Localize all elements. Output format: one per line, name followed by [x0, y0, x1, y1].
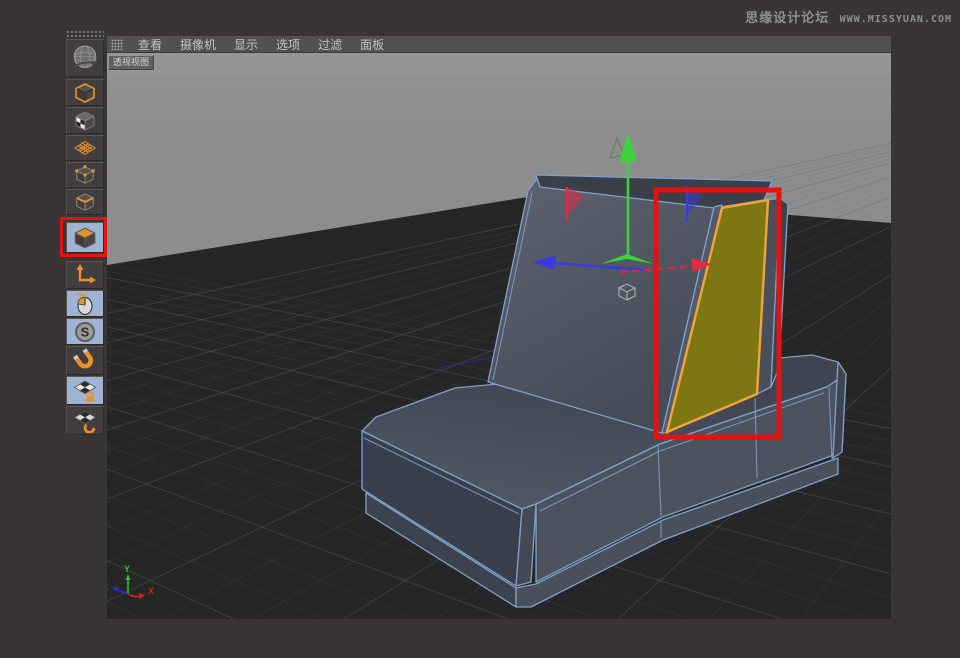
menu-filter[interactable]: 过滤 — [309, 36, 351, 53]
workplane-lock-icon — [72, 378, 98, 403]
workplane-mode-button[interactable] — [66, 135, 104, 161]
watermark-title: 思缘设计论坛 — [745, 10, 829, 25]
polygons-mode-button[interactable] — [66, 222, 104, 253]
watermark: 思缘设计论坛 WWW.MISSYUAN.COM — [745, 7, 952, 27]
points-mode-button[interactable] — [66, 162, 104, 188]
world-y-label: Y — [124, 564, 130, 574]
toolbar-grip-handle[interactable] — [66, 30, 104, 37]
workplane-lock-button[interactable] — [66, 376, 104, 405]
axis-arrows-icon — [72, 263, 98, 287]
menu-camera[interactable]: 摄像机 — [171, 36, 225, 53]
snap-icon — [72, 408, 98, 433]
texture-mode-cube-icon — [72, 109, 98, 133]
points-mode-cube-icon — [72, 164, 98, 186]
enable-axis-button[interactable] — [66, 261, 104, 289]
tweak-mode-button[interactable] — [66, 290, 104, 317]
workplane-grid-icon — [72, 137, 98, 159]
viewport-name-label: 透视视图 — [108, 55, 154, 70]
make-editable-button[interactable] — [66, 39, 104, 77]
mouse-icon — [72, 292, 98, 316]
soft-selection-icon: S — [72, 320, 98, 344]
world-x-label: X — [148, 586, 154, 596]
viewport-menubar: 查看 摄像机 显示 选项 过滤 面板 — [107, 36, 891, 53]
menu-view[interactable]: 查看 — [129, 36, 171, 53]
soft-selection-button[interactable]: S — [66, 318, 104, 345]
c4d-application-window: 思缘设计论坛 WWW.MISSYUAN.COM — [0, 0, 960, 658]
menubar-grip-handle[interactable] — [111, 39, 123, 50]
horizon-fade — [107, 74, 891, 129]
snap-settings-button[interactable] — [66, 406, 104, 435]
polygons-mode-cube-icon — [71, 225, 99, 251]
globe-icon — [70, 42, 100, 74]
edges-mode-button[interactable] — [66, 189, 104, 215]
viewport-canvas[interactable]: Y X Z — [107, 53, 891, 619]
edges-mode-cube-icon — [72, 191, 98, 213]
menu-options[interactable]: 选项 — [267, 36, 309, 53]
model-mode-cube-icon — [72, 81, 98, 105]
menu-display[interactable]: 显示 — [225, 36, 267, 53]
perspective-viewport[interactable]: Y X Z 透视视图 — [107, 53, 891, 619]
watermark-url: WWW.MISSYUAN.COM — [840, 14, 952, 25]
mode-toolbar: S — [0, 0, 60, 658]
texture-mode-button[interactable] — [66, 107, 104, 134]
backrest-mesh[interactable] — [488, 175, 788, 433]
magnet-icon — [72, 348, 98, 373]
menu-panel[interactable]: 面板 — [351, 36, 393, 53]
magnet-tool-button[interactable] — [66, 346, 104, 375]
svg-text:S: S — [81, 324, 90, 339]
model-mode-button[interactable] — [66, 79, 104, 106]
